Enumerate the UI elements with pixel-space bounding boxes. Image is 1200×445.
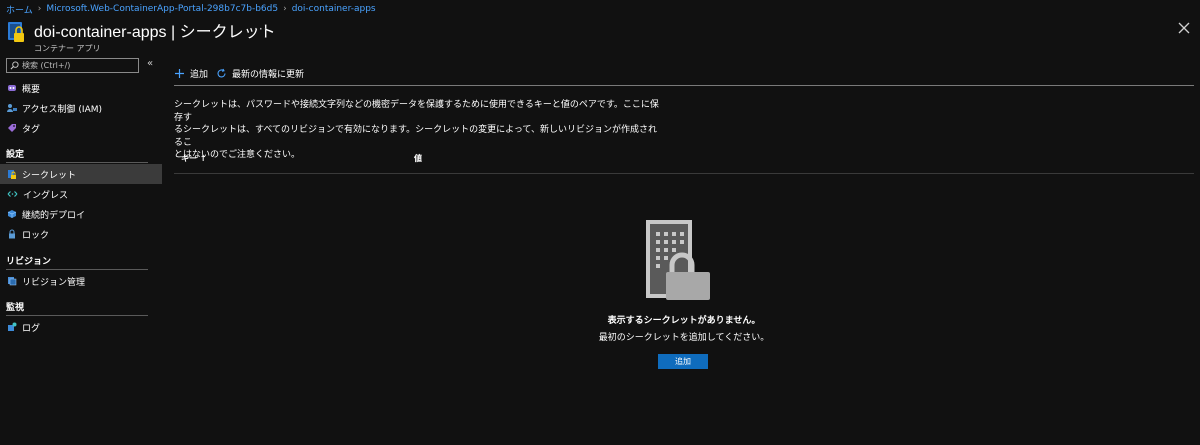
page-header: doi-container-apps | シークレット コンテナー アプリ ··… [6,18,1196,53]
sidebar-item-label: ログ [22,323,41,334]
toolbar: 追加 最新の情報に更新 [174,65,304,81]
ingress-icon [7,191,18,197]
overview-icon [8,85,16,91]
add-secret-button[interactable]: 追加 [174,67,208,80]
breadcrumb: ホーム › Microsoft.Web-ContainerApp-Portal-… [6,3,376,16]
refresh-icon [217,68,226,77]
sidebar-item-revision-management[interactable]: リビジョン管理 [0,271,162,291]
chevron-right-icon: › [37,4,42,14]
add-secret-primary-button[interactable]: 追加 [658,354,708,369]
toolbar-divider [174,85,1194,86]
sidebar-item-locks[interactable]: ロック [0,224,162,244]
plus-icon [175,68,184,78]
page-title: doi-container-apps | シークレット [34,24,276,41]
main-content: 追加 最新の情報に更新 シークレットは、パスワードや接続文字列などの機密データを… [174,56,1194,445]
sidebar-item-continuous-deployment[interactable]: 継続的デプロイ [0,204,162,224]
close-icon[interactable] [1177,21,1191,35]
sidebar: « 概要 アクセス制御 (IAM) タグ 設定 シークレット [0,56,162,445]
sidebar-item-label: 概要 [22,84,41,95]
sidebar-item-tags[interactable]: タグ [0,118,162,138]
section-revisions: リビジョン [6,254,148,270]
cube-icon [7,210,17,218]
search-input[interactable] [22,61,132,70]
collapse-sidebar-icon[interactable]: « [147,58,153,69]
breadcrumb-home[interactable]: ホーム [6,3,33,16]
lock-icon [9,229,15,239]
chevron-right-icon: › [283,4,287,14]
sidebar-item-label: イングレス [23,190,69,201]
sidebar-item-logs[interactable]: ログ [0,317,162,337]
more-options-icon[interactable]: ··· [254,22,268,36]
empty-state-subtitle: 最初のシークレットを追加してください。 [598,333,770,343]
logs-icon [8,322,17,331]
sidebar-item-label: ロック [22,230,50,241]
sidebar-item-label: 継続的デプロイ [22,210,86,221]
sidebar-item-overview[interactable]: 概要 [0,78,162,98]
refresh-button[interactable]: 最新の情報に更新 [216,67,304,80]
empty-state-title: 表示するシークレットがありません。 [607,316,761,326]
description-line: るシークレットは、すべてのリビジョンで有効になります。シークレットの変更によって… [174,125,657,148]
sidebar-item-label: シークレット [22,170,77,181]
table-header-divider [174,173,1194,174]
search-icon [10,61,19,70]
tag-icon [8,124,16,132]
key-lock-icon [8,169,16,179]
sidebar-item-label: タグ [22,124,41,135]
add-label: 追加 [190,69,209,80]
sidebar-item-label: アクセス制御 (IAM) [22,104,103,115]
sidebar-item-iam[interactable]: アクセス制御 (IAM) [0,98,162,118]
secrets-empty-icon [646,220,710,300]
sidebar-item-secrets[interactable]: シークレット [0,164,162,184]
section-settings: 設定 [6,147,148,163]
column-header-value: 値 [414,154,422,163]
container-app-secret-icon [8,22,24,42]
description-line: シークレットは、パスワードや接続文字列などの機密データを保護するために使用できる… [174,100,659,123]
iam-icon [7,104,17,112]
search-box [6,58,139,73]
breadcrumb-resource-group[interactable]: Microsoft.Web-ContainerApp-Portal-298b7c… [46,4,278,14]
sidebar-item-label: リビジョン管理 [22,277,86,288]
sidebar-item-ingress[interactable]: イングレス [0,184,162,204]
section-monitoring: 監視 [6,300,148,316]
refresh-label: 最新の情報に更新 [232,69,305,80]
breadcrumb-container-app[interactable]: doi-container-apps [292,4,376,14]
column-header-key[interactable]: キー ↑ [181,153,207,164]
page-subtitle: コンテナー アプリ [34,44,101,53]
revision-icon [8,277,17,286]
